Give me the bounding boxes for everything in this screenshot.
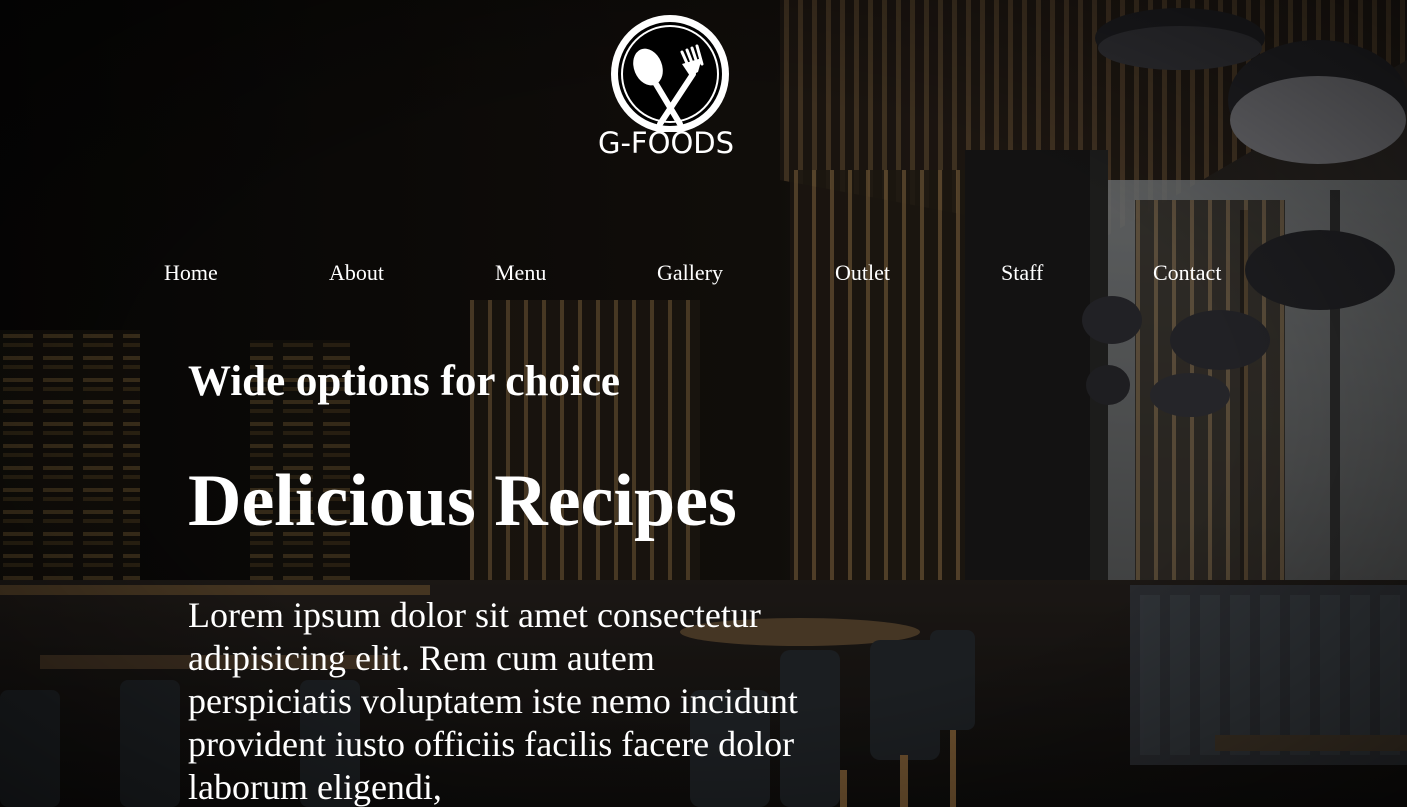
nav-contact-link[interactable]: Contact: [1153, 255, 1221, 291]
hero-subtitle: Wide options for choice: [188, 358, 620, 405]
brand-logo[interactable]: G-FOODS: [598, 12, 738, 162]
nav-staff-link[interactable]: Staff: [1001, 255, 1043, 291]
main-navigation: Home About Menu Gallery Outlet Staff Con…: [0, 255, 1407, 291]
nav-menu-link[interactable]: Menu: [495, 255, 546, 291]
nav-gallery-link[interactable]: Gallery: [657, 255, 723, 291]
spoon-fork-icon: [611, 15, 729, 132]
hero-title: Delicious Recipes: [188, 460, 737, 542]
nav-home-link[interactable]: Home: [164, 255, 218, 291]
hero-section: G-FOODS Home About Menu Gallery Outlet S…: [0, 0, 1407, 807]
hero-description: Lorem ipsum dolor sit amet consectetur a…: [188, 595, 798, 807]
brand-name: G-FOODS: [598, 126, 735, 160]
nav-about-link[interactable]: About: [329, 255, 384, 291]
nav-outlet-link[interactable]: Outlet: [835, 255, 890, 291]
